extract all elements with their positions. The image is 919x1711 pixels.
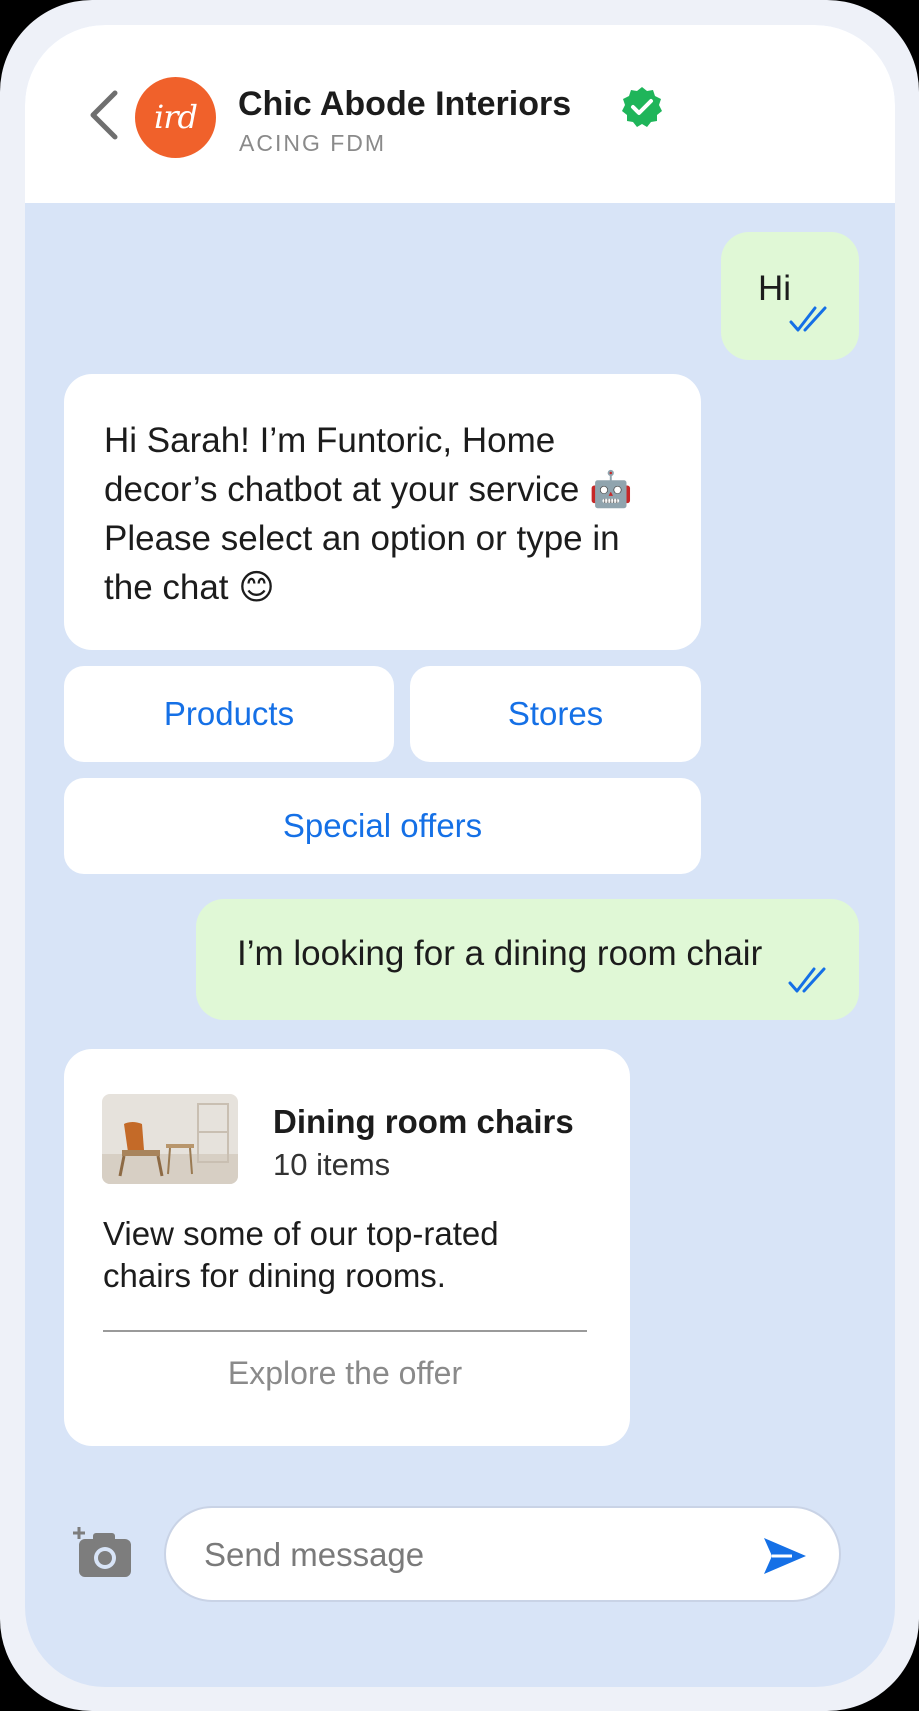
verified-check-icon	[622, 87, 662, 127]
chat-screen: ird Chic Abode Interiors ACING FDM Hi Hi…	[25, 25, 895, 1687]
message-text: Hi	[758, 269, 792, 308]
quick-reply-stores[interactable]: Stores	[410, 666, 701, 762]
card-description: View some of our top-rated chairs for di…	[103, 1215, 499, 1294]
quick-reply-special-offers[interactable]: Special offers	[64, 778, 701, 874]
double-check-icon	[788, 967, 826, 993]
brand-avatar[interactable]: ird	[135, 77, 216, 158]
card-item-count: 10 items	[273, 1147, 391, 1182]
chevron-left-icon[interactable]	[85, 87, 121, 143]
chat-subtitle: ACING FDM	[239, 130, 387, 156]
chair-image	[102, 1094, 238, 1184]
chat-title: Chic Abode Interiors	[238, 85, 572, 123]
phone-frame: ird Chic Abode Interiors ACING FDM Hi Hi…	[0, 0, 919, 1711]
explore-offer-button[interactable]: Explore the offer	[103, 1355, 587, 1392]
message-outgoing: Hi	[721, 232, 859, 360]
message-text: Hi Sarah! I’m Funtoric, Home decor’s cha…	[104, 421, 633, 607]
send-icon[interactable]	[762, 1536, 808, 1576]
message-input-container	[164, 1506, 841, 1602]
card-title: Dining room chairs	[273, 1103, 574, 1140]
message-incoming: Hi Sarah! I’m Funtoric, Home decor’s cha…	[64, 374, 701, 650]
message-input[interactable]	[204, 1530, 724, 1580]
card-divider	[103, 1330, 587, 1332]
double-check-icon	[789, 306, 827, 332]
add-photo-camera-icon[interactable]	[73, 1525, 135, 1581]
product-thumbnail[interactable]	[102, 1094, 238, 1184]
message-text: I’m looking for a dining room chair	[237, 934, 763, 973]
chat-header: ird Chic Abode Interiors ACING FDM	[25, 25, 895, 203]
message-outgoing: I’m looking for a dining room chair	[196, 899, 859, 1020]
quick-reply-products[interactable]: Products	[64, 666, 394, 762]
